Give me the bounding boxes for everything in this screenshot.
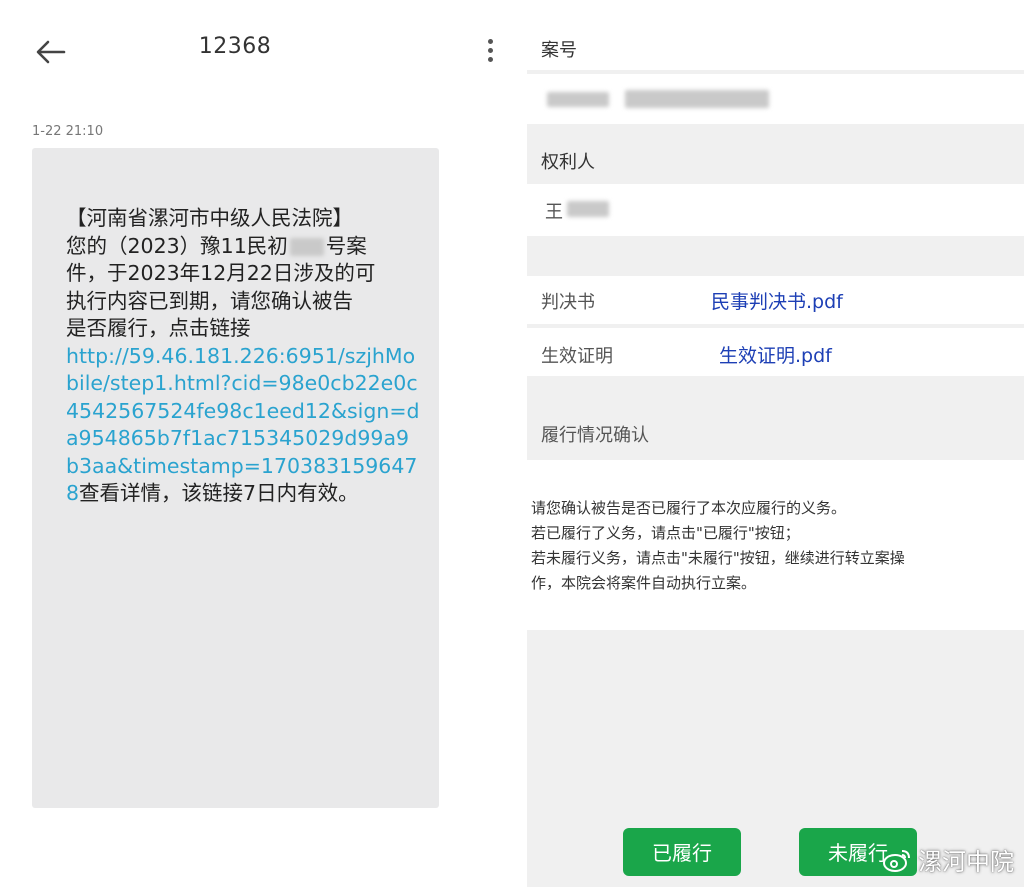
sms-sender-title: 12368 bbox=[198, 34, 272, 59]
redacted-case-no bbox=[547, 92, 609, 107]
case-no-value-row bbox=[527, 74, 1024, 124]
notice-line: 请您确认被告是否已履行了本次应履行的义务。 bbox=[531, 499, 847, 517]
back-arrow-icon[interactable] bbox=[34, 38, 68, 66]
effective-file-link[interactable]: 生效证明.pdf bbox=[719, 341, 832, 368]
message-line: 件，于2023年12月22日涉及的可 bbox=[66, 261, 376, 285]
claimant-value: 王 bbox=[545, 202, 563, 223]
claimant-value-row: 王 bbox=[527, 184, 1024, 236]
claimant-label: 权利人 bbox=[541, 152, 595, 173]
message-line: 执行内容已到期，请您确认被告 bbox=[66, 288, 353, 313]
judgment-row: 判决书 民事判决书.pdf bbox=[527, 276, 1024, 324]
redacted-case-no bbox=[625, 90, 769, 108]
message-timestamp: 1-22 21:10 bbox=[32, 124, 104, 139]
confirm-title: 履行情况确认 bbox=[541, 425, 649, 446]
redacted-claimant-name bbox=[567, 201, 609, 217]
weibo-watermark: 漯河中院 bbox=[882, 842, 1014, 877]
notice-line: 若未履行义务，请点击"未履行"按钮，继续进行转立案操 bbox=[531, 549, 905, 567]
message-line: 您的（2023）豫11民初 bbox=[66, 233, 288, 258]
notice-line: 若已履行了义务，请点击"已履行"按钮； bbox=[531, 524, 800, 542]
performed-button[interactable]: 已履行 bbox=[623, 828, 741, 876]
case-no-label: 案号 bbox=[541, 40, 577, 61]
message-line: 号案 bbox=[325, 233, 367, 258]
message-line: 【河南省漯河市中级人民法院】 bbox=[66, 206, 353, 230]
redacted-case-number bbox=[289, 237, 324, 256]
weibo-logo-icon bbox=[883, 849, 910, 872]
judgment-label: 判决书 bbox=[541, 292, 595, 313]
message-line: 是否履行，点击链接 bbox=[66, 316, 251, 340]
watermark-text: 漯河中院 bbox=[918, 848, 1014, 876]
case-confirm-page: 案号 权利人 王 判决书 民事判决书.pdf 生效证明 生效证明.pdf 履行情… bbox=[527, 8, 1024, 887]
message-tail: 查看详情，该链接7日内有效。 bbox=[79, 481, 359, 505]
judgment-file-link[interactable]: 民事判决书.pdf bbox=[711, 287, 843, 314]
sms-screen: 12368 1-22 21:10 【河南省漯河市中级人民法院】 您的（2023）… bbox=[0, 0, 500, 887]
more-options-icon[interactable] bbox=[478, 36, 502, 66]
case-no-header: 案号 bbox=[527, 8, 1024, 70]
notice-line: 作，本院会将案件自动执行立案。 bbox=[531, 574, 757, 592]
effective-row: 生效证明 生效证明.pdf bbox=[527, 328, 1024, 376]
notice-text: 请您确认被告是否已履行了本次应履行的义务。 若已履行了义务，请点击"已履行"按钮… bbox=[531, 496, 1021, 596]
message-text: 【河南省漯河市中级人民法院】 您的（2023）豫11民初 号案 件，于2023年1… bbox=[66, 205, 421, 508]
effective-label: 生效证明 bbox=[541, 346, 613, 367]
